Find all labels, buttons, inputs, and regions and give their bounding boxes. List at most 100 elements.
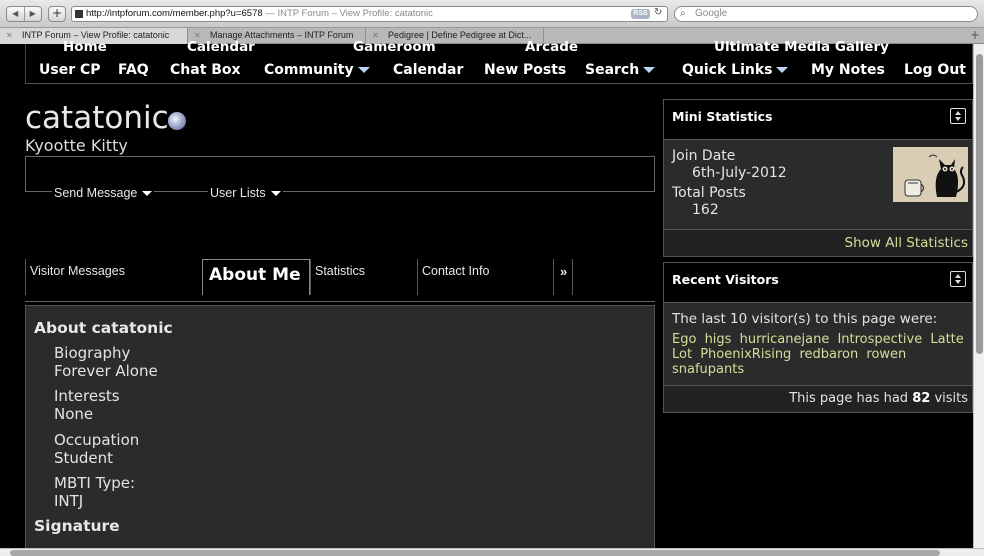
vertical-scrollbar[interactable] <box>973 44 984 548</box>
send-message-label: Send Message <box>54 186 138 200</box>
address-bar[interactable]: http://intpforum.com/member.php?u=6578 —… <box>71 6 668 22</box>
nav-community-label: Community <box>264 62 354 78</box>
nav-calendar[interactable]: Calendar <box>393 62 463 78</box>
reload-icon[interactable]: ↻ <box>654 7 662 18</box>
profile-username: catatonic <box>25 100 169 136</box>
occupation-label: Occupation <box>54 431 140 449</box>
chevron-down-icon <box>643 67 656 73</box>
search-icon: ⌕ <box>680 8 686 19</box>
online-status-icon <box>168 112 186 130</box>
address-page-title: INTP Forum – View Profile: catatonic <box>277 8 433 19</box>
horizontal-scrollbar-thumb[interactable] <box>10 550 940 556</box>
mini-statistics-footer: Show All Statistics <box>664 229 972 256</box>
about-me-panel: About catatonic Biography Forever Alone … <box>25 305 655 556</box>
occupation-value: Student <box>54 449 114 467</box>
user-lists-button[interactable]: User Lists <box>208 186 283 200</box>
mini-statistics-title: Mini Statistics <box>672 109 773 124</box>
mini-statistics-body: Join Date 6th-July-2012 Total Posts 162 <box>664 140 972 229</box>
chevron-down-icon <box>776 67 789 73</box>
nav-media-gallery[interactable]: Ultimate Media Gallery <box>714 39 889 55</box>
address-url: http://intpforum.com/member.php?u=6578 <box>86 8 263 19</box>
send-message-button[interactable]: Send Message <box>52 186 155 200</box>
chevron-down-icon <box>142 191 153 197</box>
vertical-scrollbar-thumb[interactable] <box>976 54 983 354</box>
nav-calendar-top[interactable]: Calendar <box>187 39 255 55</box>
signature-heading: Signature <box>34 517 120 535</box>
horizontal-scrollbar[interactable] <box>0 548 984 556</box>
biography-value: Forever Alone <box>54 362 158 380</box>
recent-visitors-block: Recent Visitors The last 10 visitor(s) t… <box>663 262 973 413</box>
avatar <box>893 147 968 202</box>
back-icon[interactable]: ◀ <box>7 7 25 21</box>
nav-search-label: Search <box>585 62 640 78</box>
tab-visitor-messages[interactable]: Visitor Messages <box>25 259 201 295</box>
show-all-statistics-link[interactable]: Show All Statistics <box>845 235 968 251</box>
nav-new-posts[interactable]: New Posts <box>484 62 566 78</box>
nav-my-notes[interactable]: My Notes <box>811 62 885 78</box>
browser-toolbar: ◀ ▶ + http://intpforum.com/member.php?u=… <box>0 0 984 28</box>
tab-more[interactable]: » <box>553 259 573 295</box>
mini-statistics-block: Mini Statistics Join Date 6th-July-2012 … <box>663 99 973 257</box>
site-favicon-icon <box>75 10 83 18</box>
join-date-label: Join Date <box>672 148 736 164</box>
visitor-link[interactable]: snafupants <box>672 362 744 377</box>
search-placeholder: Google <box>695 8 728 19</box>
black-cat-avatar-icon <box>893 147 968 202</box>
visits-suffix: visits <box>934 391 968 406</box>
visitor-link[interactable]: Latte <box>930 332 963 347</box>
visitor-link[interactable]: higs <box>705 332 732 347</box>
recent-visitors-title: Recent Visitors <box>672 272 779 287</box>
back-forward-buttons[interactable]: ◀ ▶ <box>6 6 42 22</box>
forward-icon[interactable]: ▶ <box>25 7 42 21</box>
total-posts-label: Total Posts <box>672 185 746 201</box>
nav-home[interactable]: Home <box>63 39 107 55</box>
join-date-value: 6th-July-2012 <box>692 165 787 181</box>
nav-community[interactable]: Community <box>264 62 370 78</box>
visitor-link[interactable]: Ego <box>672 332 696 347</box>
nav-log-out[interactable]: Log Out <box>904 62 966 78</box>
chevron-down-icon <box>270 191 281 197</box>
tab-contact-info[interactable]: Contact Info <box>417 259 553 295</box>
chevron-down-icon <box>357 67 370 73</box>
recent-visitors-header: Recent Visitors <box>664 263 972 303</box>
profile-tabs: Visitor Messages About Me Statistics Con… <box>25 259 655 302</box>
nav-quick-links-label: Quick Links <box>682 62 773 78</box>
collapse-icon[interactable] <box>950 271 966 287</box>
collapse-icon[interactable] <box>950 108 966 124</box>
recent-visitors-intro: The last 10 visitor(s) to this page were… <box>672 311 938 327</box>
page-visits-text: This page has had 82 visits <box>789 391 968 406</box>
tab-about-me[interactable]: About Me <box>202 259 310 295</box>
user-lists-label: User Lists <box>210 186 266 200</box>
visitor-link[interactable]: redbaron <box>799 347 858 362</box>
visitor-link[interactable]: Introspective <box>837 332 922 347</box>
visitor-link[interactable]: PhoenixRising <box>700 347 791 362</box>
visitor-link[interactable]: rowen <box>866 347 906 362</box>
tab-statistics[interactable]: Statistics <box>310 259 416 295</box>
nav-chat-box[interactable]: Chat Box <box>170 62 241 78</box>
interests-value: None <box>54 405 94 423</box>
close-tab-icon[interactable]: ✕ <box>6 28 13 43</box>
nav-quick-links[interactable]: Quick Links <box>682 62 789 78</box>
mbti-value: INTJ <box>54 492 84 510</box>
visits-prefix: This page has had <box>789 391 909 406</box>
nav-search[interactable]: Search <box>585 62 656 78</box>
profile-usertitle: Kyootte Kitty <box>25 136 128 155</box>
recent-visitors-body: The last 10 visitor(s) to this page were… <box>664 303 972 385</box>
address-separator: — <box>265 8 278 19</box>
forum-navbar: Home Calendar Gameroom Arcade Ultimate M… <box>25 39 973 84</box>
visitor-list: Ego higs hurricanejane Introspective Lat… <box>672 332 968 377</box>
nav-arcade[interactable]: Arcade <box>525 39 578 55</box>
nav-gameroom[interactable]: Gameroom <box>353 39 436 55</box>
rss-button[interactable]: RSS <box>631 9 650 19</box>
recent-visitors-footer: This page has had 82 visits <box>664 385 972 412</box>
visitor-link[interactable]: hurricanejane <box>740 332 830 347</box>
total-posts-value: 162 <box>692 202 719 218</box>
nav-faq[interactable]: FAQ <box>118 62 149 78</box>
add-bookmark-button[interactable]: + <box>48 6 66 22</box>
visitor-link[interactable]: Lot <box>672 347 692 362</box>
mini-statistics-header: Mini Statistics <box>664 100 972 140</box>
navbar-row-primary: Home Calendar Gameroom Arcade Ultimate M… <box>26 39 972 55</box>
nav-user-cp[interactable]: User CP <box>39 62 101 78</box>
visits-count: 82 <box>912 391 931 406</box>
search-input[interactable]: ⌕ Google <box>674 6 978 22</box>
